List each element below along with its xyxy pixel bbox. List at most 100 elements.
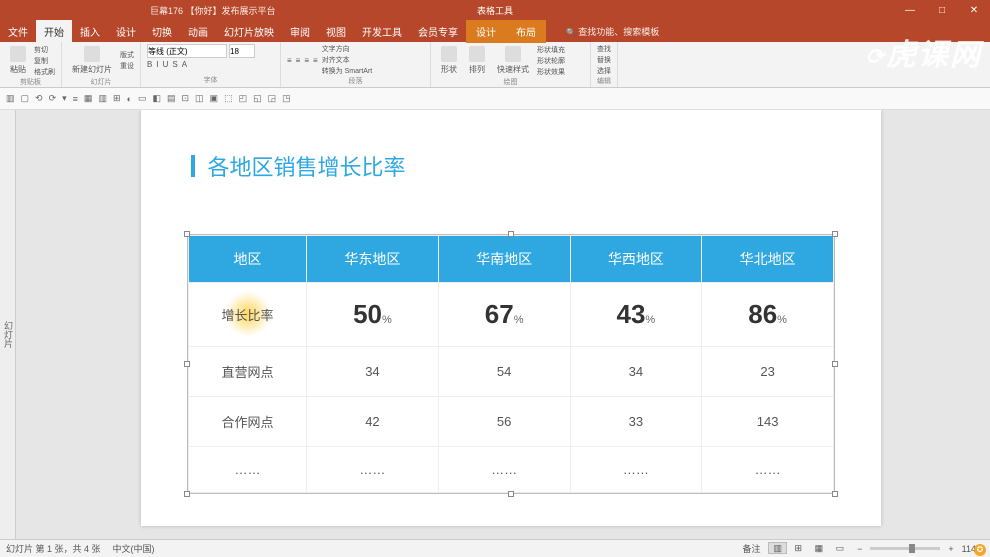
- qat-icon[interactable]: ◰: [239, 93, 248, 104]
- slideshow-view-button[interactable]: ▭: [831, 542, 850, 554]
- align-right-button[interactable]: ≡: [304, 56, 309, 65]
- tab-home[interactable]: 开始: [36, 20, 72, 43]
- resize-handle-bm[interactable]: [508, 491, 514, 497]
- tab-developer[interactable]: 开发工具: [354, 20, 410, 43]
- qat-icon[interactable]: ≡: [73, 94, 78, 104]
- qat-icon[interactable]: ⟲: [35, 93, 43, 104]
- underline-button[interactable]: U: [163, 60, 169, 69]
- qat-icon[interactable]: ▭: [138, 93, 147, 104]
- align-left-button[interactable]: ≡: [287, 56, 292, 65]
- table-cell[interactable]: 34: [307, 346, 439, 396]
- slide-canvas[interactable]: 各地区销售增长比率 地区 华东地区 华南地区 华西地区 华北地区: [16, 110, 990, 539]
- table-cell[interactable]: 33: [570, 397, 702, 447]
- table-cell[interactable]: 86%: [702, 282, 834, 346]
- resize-handle-bl[interactable]: [184, 491, 190, 497]
- maximize-button[interactable]: □: [926, 5, 958, 16]
- table-cell[interactable]: ……: [702, 447, 834, 493]
- shapes-button[interactable]: 形状: [437, 44, 461, 77]
- zoom-out-button[interactable]: −: [857, 544, 862, 554]
- italic-button[interactable]: I: [156, 60, 158, 69]
- table-cell[interactable]: 56: [438, 397, 570, 447]
- table-cell[interactable]: 54: [438, 346, 570, 396]
- qat-icon[interactable]: ▾: [62, 93, 67, 104]
- minimize-button[interactable]: —: [894, 5, 926, 16]
- qat-icon[interactable]: ◐: [127, 94, 132, 104]
- table-header[interactable]: 华南地区: [438, 236, 570, 283]
- table-cell[interactable]: 143: [702, 397, 834, 447]
- qat-icon[interactable]: ▦: [84, 93, 93, 104]
- table-cell[interactable]: 43%: [570, 282, 702, 346]
- tab-file[interactable]: 文件: [0, 20, 36, 43]
- qat-icon[interactable]: ◫: [195, 93, 204, 104]
- zoom-in-button[interactable]: +: [948, 544, 953, 554]
- cut-button[interactable]: 剪切: [34, 45, 55, 55]
- slide[interactable]: 各地区销售增长比率 地区 华东地区 华南地区 华西地区 华北地区: [141, 110, 881, 526]
- qat-icon[interactable]: ◲: [268, 93, 277, 104]
- qat-icon[interactable]: ▥: [6, 93, 15, 104]
- table-cell[interactable]: 增长比率: [189, 282, 307, 346]
- resize-handle-br[interactable]: [832, 491, 838, 497]
- shape-outline-button[interactable]: 形状轮廓: [537, 56, 565, 66]
- format-painter-button[interactable]: 格式刷: [34, 67, 55, 77]
- language-indicator[interactable]: 中文(中国): [113, 542, 155, 555]
- reset-button[interactable]: 重设: [120, 61, 134, 71]
- qat-icon[interactable]: ◱: [253, 93, 262, 104]
- tab-view[interactable]: 视图: [318, 20, 354, 43]
- qat-icon[interactable]: ⊡: [181, 93, 189, 104]
- quick-styles-button[interactable]: 快速样式: [493, 44, 533, 77]
- resize-handle-mr[interactable]: [832, 361, 838, 367]
- notes-button[interactable]: 备注: [742, 542, 760, 555]
- table-cell[interactable]: 合作网点: [189, 397, 307, 447]
- font-color-button[interactable]: A: [182, 60, 187, 69]
- tab-transitions[interactable]: 切换: [144, 20, 180, 43]
- table-cell[interactable]: ……: [189, 447, 307, 493]
- tab-design[interactable]: 设计: [108, 20, 144, 43]
- qat-icon[interactable]: ▥: [98, 93, 107, 104]
- sorter-view-button[interactable]: ⊞: [790, 542, 808, 554]
- find-button[interactable]: 查找: [597, 44, 611, 54]
- tab-slideshow[interactable]: 幻灯片放映: [216, 20, 282, 43]
- paste-button[interactable]: 粘贴: [6, 44, 30, 77]
- table-header[interactable]: 华北地区: [702, 236, 834, 283]
- table-cell[interactable]: 23: [702, 346, 834, 396]
- resize-handle-tl[interactable]: [184, 231, 190, 237]
- arrange-button[interactable]: 排列: [465, 44, 489, 77]
- close-button[interactable]: ✕: [958, 5, 990, 16]
- align-center-button[interactable]: ≡: [296, 56, 301, 65]
- shape-effects-button[interactable]: 形状效果: [537, 67, 565, 77]
- tab-table-layout[interactable]: 布局: [506, 20, 546, 43]
- align-text-button[interactable]: 对齐文本: [322, 55, 373, 65]
- text-direction-button[interactable]: 文字方向: [322, 44, 373, 54]
- search-box[interactable]: 查找功能、搜索模板: [566, 25, 659, 38]
- resize-handle-tr[interactable]: [832, 231, 838, 237]
- table-cell[interactable]: ……: [307, 447, 439, 493]
- tab-table-design[interactable]: 设计: [466, 20, 506, 43]
- copy-button[interactable]: 复制: [34, 56, 55, 66]
- layout-button[interactable]: 版式: [120, 50, 134, 60]
- side-panel-tab[interactable]: 幻灯片: [0, 110, 16, 539]
- tab-review[interactable]: 审阅: [282, 20, 318, 43]
- table-cell[interactable]: ……: [570, 447, 702, 493]
- qat-icon[interactable]: ◳: [282, 93, 291, 104]
- data-table[interactable]: 地区 华东地区 华南地区 华西地区 华北地区 增长比率 50% 67% 43% …: [188, 235, 834, 493]
- qat-icon[interactable]: ▢: [21, 93, 30, 104]
- table-cell[interactable]: 34: [570, 346, 702, 396]
- tab-insert[interactable]: 插入: [72, 20, 108, 43]
- zoom-slider[interactable]: [870, 547, 940, 550]
- font-name-input[interactable]: [147, 44, 227, 58]
- table-cell[interactable]: 42: [307, 397, 439, 447]
- font-size-input[interactable]: [229, 44, 255, 58]
- tab-member[interactable]: 会员专享: [410, 20, 466, 43]
- new-slide-button[interactable]: 新建幻灯片: [68, 44, 116, 77]
- qat-icon[interactable]: ⟳: [49, 93, 57, 104]
- qat-icon[interactable]: ▤: [167, 93, 176, 104]
- align-justify-button[interactable]: ≡: [313, 56, 318, 65]
- resize-handle-tm[interactable]: [508, 231, 514, 237]
- table-header[interactable]: 华东地区: [307, 236, 439, 283]
- table-cell[interactable]: 67%: [438, 282, 570, 346]
- bold-button[interactable]: B: [147, 60, 152, 69]
- resize-handle-ml[interactable]: [184, 361, 190, 367]
- table-selection[interactable]: 地区 华东地区 华南地区 华西地区 华北地区 增长比率 50% 67% 43% …: [187, 234, 835, 494]
- qat-icon[interactable]: ⊞: [113, 93, 121, 104]
- table-cell[interactable]: 直营网点: [189, 346, 307, 396]
